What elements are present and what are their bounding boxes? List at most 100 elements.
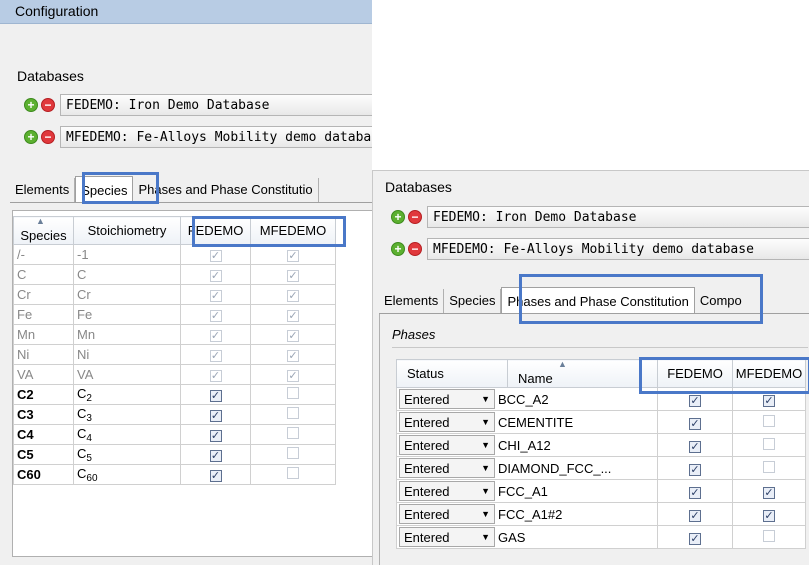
fedemo-checkbox[interactable]: ✓ — [209, 430, 222, 442]
tab-phases[interactable]: Phases and Phase Constitutio — [133, 178, 319, 202]
fedemo-checkbox[interactable]: ✓ — [689, 440, 701, 453]
fedemo-checkbox[interactable]: ✓ — [209, 370, 222, 382]
tab-composition[interactable]: Compo — [695, 289, 747, 313]
mfedemo-checkbox[interactable] — [287, 407, 299, 419]
table-row[interactable]: Entered ▼ BCC_A2 ✓ ✓ — [396, 387, 806, 411]
mfedemo-column-header[interactable]: MFEDEMO — [250, 216, 336, 245]
table-row[interactable]: Mn Mn ✓ ✓ — [13, 324, 336, 345]
status-dropdown[interactable]: Entered ▼ — [399, 527, 495, 547]
mfedemo-checkbox[interactable]: ✓ — [287, 270, 299, 282]
fedemo-checkbox[interactable]: ✓ — [209, 390, 222, 402]
table-row[interactable]: C C ✓ ✓ — [13, 264, 336, 285]
mfedemo-checkbox[interactable]: ✓ — [287, 310, 299, 322]
fedemo-checkbox[interactable]: ✓ — [209, 310, 222, 322]
add-circle-icon[interactable]: + — [24, 98, 38, 112]
status-column-header[interactable]: Status — [396, 359, 508, 388]
table-row[interactable]: Entered ▼ CEMENTITE ✓ — [396, 410, 806, 434]
fedemo-checkbox[interactable]: ✓ — [209, 290, 222, 302]
table-row[interactable]: C2 C2 ✓ — [13, 384, 336, 405]
table-row[interactable]: Entered ▼ FCC_A1#2 ✓ ✓ — [396, 502, 806, 526]
mfedemo-checkbox[interactable]: ✓ — [287, 330, 299, 342]
tab-phases-and-phase-constitution[interactable]: Phases and Phase Constitution — [501, 287, 695, 313]
fedemo-checkbox[interactable]: ✓ — [689, 486, 701, 499]
databases-label: Databases — [385, 179, 452, 195]
table-row[interactable]: C3 C3 ✓ — [13, 404, 336, 425]
status-dropdown[interactable]: Entered ▼ — [399, 389, 495, 409]
mfedemo-checkbox[interactable]: ✓ — [763, 394, 775, 407]
mfedemo-checkbox[interactable]: ✓ — [287, 290, 299, 302]
table-row[interactable]: Fe Fe ✓ ✓ — [13, 304, 336, 325]
table-row[interactable]: C60 C60 ✓ — [13, 464, 336, 485]
mfedemo-checkbox[interactable]: ✓ — [287, 250, 299, 262]
fedemo-checkbox[interactable]: ✓ — [689, 417, 701, 430]
table-row[interactable]: /- -1 ✓ ✓ — [13, 244, 336, 265]
mfedemo-checkbox[interactable] — [763, 414, 775, 427]
database-select[interactable]: MFEDEMO: Fe-Alloys Mobility demo databas… — [60, 126, 372, 148]
remove-circle-icon[interactable]: − — [408, 242, 422, 256]
remove-circle-icon[interactable]: − — [408, 210, 422, 224]
mfedemo-checkbox[interactable]: ✓ — [763, 509, 775, 522]
mfedemo-checkbox[interactable] — [287, 427, 299, 439]
fedemo-checkbox[interactable]: ✓ — [689, 394, 701, 407]
table-row[interactable]: VA VA ✓ ✓ — [13, 364, 336, 385]
mfedemo-checkbox[interactable] — [763, 529, 775, 542]
mfedemo-checkbox[interactable]: ✓ — [763, 486, 775, 499]
mfedemo-checkbox[interactable]: ✓ — [287, 350, 299, 362]
status-dropdown[interactable]: Entered ▼ — [399, 435, 495, 455]
fedemo-checkbox[interactable]: ✓ — [689, 463, 701, 476]
table-row[interactable]: C5 C5 ✓ — [13, 444, 336, 465]
table-row[interactable]: Entered ▼ DIAMOND_FCC_... ✓ — [396, 456, 806, 480]
status-name-cell: Entered ▼ BCC_A2 — [396, 387, 658, 411]
database-select[interactable]: MFEDEMO: Fe-Alloys Mobility demo databas… — [427, 238, 809, 260]
fedemo-checkbox[interactable]: ✓ — [209, 350, 222, 362]
mfedemo-checkbox[interactable] — [287, 387, 299, 399]
fedemo-checkbox[interactable]: ✓ — [209, 410, 222, 422]
status-dropdown[interactable]: Entered ▼ — [399, 412, 495, 432]
database-select[interactable]: FEDEMO: Iron Demo Database — [427, 206, 809, 228]
table-row[interactable]: Cr Cr ✓ ✓ — [13, 284, 336, 305]
mfedemo-cell: ✓ — [250, 244, 336, 265]
fedemo-cell: ✓ — [657, 502, 733, 526]
fedemo-checkbox[interactable]: ✓ — [209, 470, 222, 482]
mfedemo-checkbox[interactable] — [763, 437, 775, 450]
database-row: + − MFEDEMO: Fe-Alloys Mobility demo dat… — [391, 238, 809, 260]
table-row[interactable]: C4 C4 ✓ — [13, 424, 336, 445]
fedemo-checkbox[interactable]: ✓ — [209, 330, 222, 342]
add-circle-icon[interactable]: + — [391, 210, 405, 224]
fedemo-checkbox[interactable]: ✓ — [689, 509, 701, 522]
fedemo-checkbox[interactable]: ✓ — [209, 250, 222, 262]
status-dropdown[interactable]: Entered ▼ — [399, 481, 495, 501]
tab-species[interactable]: Species — [444, 289, 502, 313]
database-select[interactable]: FEDEMO: Iron Demo Database — [60, 94, 372, 116]
fedemo-column-header[interactable]: FEDEMO — [657, 359, 733, 388]
mfedemo-column-header[interactable]: MFEDEMO — [732, 359, 806, 388]
name-column-header[interactable]: ▲ Name — [507, 359, 658, 388]
fedemo-column-header[interactable]: FEDEMO — [180, 216, 251, 245]
tab-species[interactable]: Species — [75, 176, 134, 202]
status-dropdown[interactable]: Entered ▼ — [399, 504, 495, 524]
mfedemo-checkbox[interactable]: ✓ — [287, 370, 299, 382]
stoichiometry-cell: C3 — [73, 404, 181, 425]
add-circle-icon[interactable]: + — [391, 242, 405, 256]
stoichiometry-column-header[interactable]: Stoichiometry — [73, 216, 181, 245]
database-row: + − FEDEMO: Iron Demo Database — [24, 94, 372, 116]
mfedemo-cell — [732, 456, 806, 480]
fedemo-checkbox[interactable]: ✓ — [689, 532, 701, 545]
table-row[interactable]: Ni Ni ✓ ✓ — [13, 344, 336, 365]
table-row[interactable]: Entered ▼ GAS ✓ — [396, 525, 806, 549]
remove-circle-icon[interactable]: − — [41, 98, 55, 112]
stoichiometry-cell: Cr — [73, 284, 181, 305]
species-column-header[interactable]: ▲ Species — [13, 216, 74, 245]
fedemo-checkbox[interactable]: ✓ — [209, 450, 222, 462]
mfedemo-checkbox[interactable] — [763, 460, 775, 473]
status-dropdown[interactable]: Entered ▼ — [399, 458, 495, 478]
remove-circle-icon[interactable]: − — [41, 130, 55, 144]
tab-elements[interactable]: Elements — [379, 289, 445, 313]
fedemo-checkbox[interactable]: ✓ — [209, 270, 222, 282]
add-circle-icon[interactable]: + — [24, 130, 38, 144]
table-row[interactable]: Entered ▼ FCC_A1 ✓ ✓ — [396, 479, 806, 503]
table-row[interactable]: Entered ▼ CHI_A12 ✓ — [396, 433, 806, 457]
mfedemo-checkbox[interactable] — [287, 467, 299, 479]
mfedemo-checkbox[interactable] — [287, 447, 299, 459]
tab-elements[interactable]: Elements — [10, 178, 76, 202]
